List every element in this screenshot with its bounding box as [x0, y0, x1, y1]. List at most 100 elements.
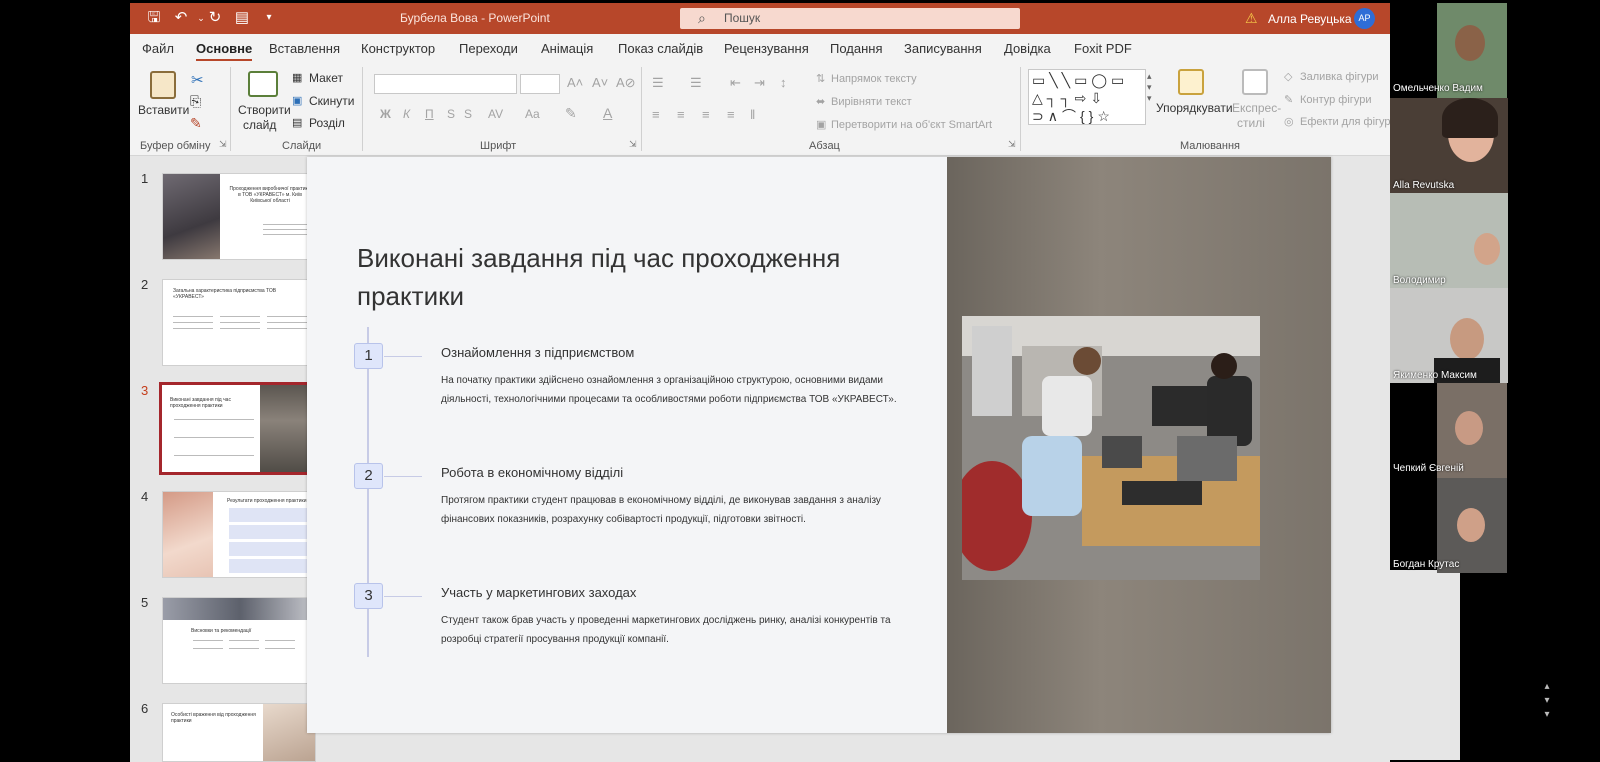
quick-styles-line2[interactable]: стилі [1237, 116, 1265, 130]
decrease-indent-icon[interactable]: ⇤ [730, 75, 741, 91]
font-launcher-icon[interactable]: ⇲ [629, 139, 637, 150]
char-spacing-button[interactable]: AV [488, 107, 503, 121]
slide-title[interactable]: Виконані завдання під час проходження пр… [357, 239, 917, 315]
new-slide-icon[interactable] [248, 71, 278, 97]
arrange-button[interactable]: Упорядкувати [1156, 101, 1233, 115]
reset-button[interactable]: Скинути [309, 94, 354, 108]
slide-photo[interactable] [962, 316, 1260, 580]
timeline-step-body[interactable]: Протягом практики студент працював в еко… [441, 491, 901, 529]
clear-format-icon[interactable]: A⊘ [616, 75, 636, 91]
clipboard-launcher-icon[interactable]: ⇲ [219, 139, 227, 150]
paragraph-launcher-icon[interactable]: ⇲ [1008, 139, 1016, 150]
justify-icon[interactable]: ≡ [727, 107, 735, 122]
columns-icon[interactable]: ‖ [750, 107, 755, 122]
bullets-icon[interactable]: ☰ [652, 75, 664, 91]
format-painter-icon[interactable]: ✎ [190, 115, 202, 132]
shapes-gallery[interactable]: ▭╲╲▭◯▭ △┐┐⇨⇩ ⊃∧⌒{}☆ [1028, 69, 1146, 125]
slide-thumbnail-4[interactable]: Результати проходження практики [162, 491, 316, 578]
scroll-arrows-icon[interactable]: ▴ ▾ ▾ [1540, 680, 1554, 750]
tab-insert[interactable]: Вставлення [269, 41, 340, 56]
participant-tile[interactable]: Alla Revutska [1390, 98, 1508, 193]
thumbnail-block [229, 508, 311, 522]
participant-video [1457, 508, 1485, 542]
slide-thumbnail-5[interactable]: Висновки та рекомендації [162, 597, 316, 684]
align-left-icon[interactable]: ≡ [652, 107, 660, 122]
line-spacing-icon[interactable]: ↕ [780, 75, 787, 90]
warning-icon[interactable]: ⚠ [1245, 10, 1258, 27]
save-icon[interactable]: 🖫 [145, 9, 163, 27]
quick-styles-icon[interactable] [1242, 69, 1268, 95]
new-slide-button-line1[interactable]: Створити [238, 103, 291, 117]
timeline-step-number: 1 [354, 343, 383, 369]
tab-file[interactable]: Файл [142, 41, 174, 56]
quick-styles-line1[interactable]: Експрес- [1232, 101, 1281, 115]
tab-animations[interactable]: Анімація [541, 41, 593, 56]
title-bar: 🖫 ↶ ⌄ ↻ ▤ ▾ Бурбела Вова - PowerPoint ⌕ … [130, 3, 1390, 34]
italic-button[interactable]: К [403, 107, 410, 121]
thumbnail-block [229, 559, 311, 573]
font-color-icon[interactable]: A [603, 105, 612, 121]
present-icon[interactable]: ▤ [233, 9, 251, 27]
tab-slideshow[interactable]: Показ слайдів [618, 41, 703, 56]
gallery-scroll-icon[interactable]: ▴ ▾ ▾ [1147, 71, 1152, 104]
slide-thumbnail-6[interactable]: Особисті враження від проходження практи… [162, 703, 316, 762]
redo-icon[interactable]: ↻ [206, 9, 224, 27]
paste-icon[interactable] [150, 71, 176, 99]
copy-icon[interactable]: ⎘ [190, 93, 201, 110]
tab-transitions[interactable]: Переходи [459, 41, 518, 56]
increase-indent-icon[interactable]: ⇥ [754, 75, 765, 91]
shadow-icon[interactable]: S [464, 107, 472, 121]
font-name-select[interactable] [374, 74, 517, 94]
tab-view[interactable]: Подання [830, 41, 883, 56]
tab-foxit-pdf[interactable]: Foxit PDF [1074, 41, 1132, 56]
highlight-icon[interactable]: ✎ [565, 105, 577, 122]
participant-tile[interactable]: Володимир [1390, 193, 1508, 288]
shape-fill-button[interactable]: Заливка фігури [1300, 71, 1379, 83]
grow-font-icon[interactable]: A˄ [567, 75, 583, 90]
timeline-step-body[interactable]: На початку практики здійснено ознайомлен… [441, 371, 901, 409]
window-edge [1390, 570, 1460, 760]
search-box[interactable]: ⌕ Пошук [680, 8, 1020, 29]
timeline-step-heading[interactable]: Робота в економічному відділі [441, 465, 623, 480]
thumbnail-image [163, 174, 220, 259]
thumbnail-title: Висновки та рекомендації [191, 628, 252, 634]
shape-outline-button[interactable]: Контур фігури [1300, 94, 1371, 106]
align-right-icon[interactable]: ≡ [702, 107, 710, 122]
participant-tile[interactable]: Якименко Максим [1390, 288, 1508, 383]
text-direction-button[interactable]: Напрямок тексту [831, 73, 917, 85]
reset-icon: ▣ [292, 95, 303, 107]
numbering-icon[interactable]: ☰ [690, 75, 702, 91]
timeline-step-heading[interactable]: Ознайомлення з підприємством [441, 345, 634, 360]
paste-button[interactable]: Вставити [138, 103, 189, 117]
tab-review[interactable]: Рецензування [724, 41, 809, 56]
strikethrough-button[interactable]: S [447, 107, 455, 121]
tab-help[interactable]: Довідка [1004, 41, 1051, 56]
shrink-font-icon[interactable]: A˅ [592, 75, 608, 90]
timeline-step-heading[interactable]: Участь у маркетингових заходах [441, 585, 636, 600]
change-case-button[interactable]: Aa [525, 107, 540, 121]
slide-thumbnail-1[interactable]: Проходження виробничої практики в ТОВ «У… [162, 173, 316, 260]
avatar[interactable]: АР [1354, 8, 1375, 29]
slide-thumbnail-3[interactable]: Виконані завдання під час проходження пр… [159, 382, 319, 475]
convert-smartart-button[interactable]: Перетворити на об'єкт SmartArt [831, 119, 992, 131]
align-center-icon[interactable]: ≡ [677, 107, 685, 122]
align-text-button[interactable]: Вирівняти текст [831, 96, 912, 108]
undo-icon[interactable]: ↶ [172, 9, 190, 27]
font-size-select[interactable] [520, 74, 560, 94]
participant-video [1455, 25, 1485, 61]
tab-home[interactable]: Основне [196, 41, 253, 62]
cut-icon[interactable]: ✂ [191, 71, 204, 89]
shape-effects-button[interactable]: Ефекти для фігур [1300, 116, 1390, 128]
underline-button[interactable]: П [425, 107, 434, 121]
customize-icon[interactable]: ▾ [260, 9, 278, 27]
new-slide-button-line2[interactable]: слайд [243, 118, 276, 132]
section-button[interactable]: Розділ [309, 116, 345, 130]
bold-button[interactable]: Ж [380, 107, 391, 121]
user-name[interactable]: Алла Ревуцька [1268, 12, 1352, 26]
timeline-step-body[interactable]: Студент також брав участь у проведенні м… [441, 611, 901, 649]
layout-button[interactable]: Макет [309, 71, 343, 85]
slide-thumbnail-2[interactable]: Загальна характеристика підприємства ТОВ… [162, 279, 316, 366]
tab-record[interactable]: Записування [904, 41, 982, 56]
tab-design[interactable]: Конструктор [361, 41, 435, 56]
arrange-icon[interactable] [1178, 69, 1204, 95]
